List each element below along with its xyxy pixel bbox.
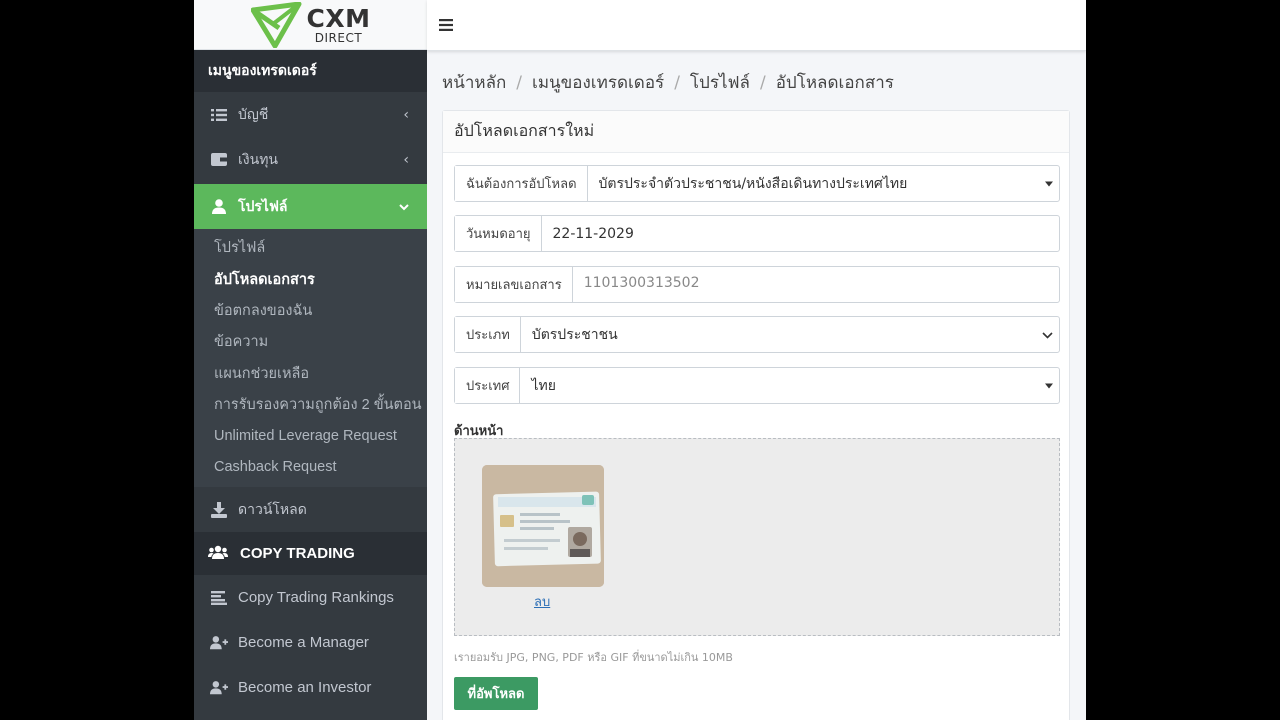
main-content: หน้าหลัก / เมนูของเทรดเดอร์ / โปรไฟล์ / … [427, 51, 1086, 720]
document-type-select[interactable]: ประเภท บัตรประชาชน [454, 316, 1060, 353]
sidebar-item-funds[interactable]: เงินทุน ‹ [194, 137, 427, 182]
breadcrumb-profile[interactable]: โปรไฟล์ [690, 69, 750, 96]
sidebar-item-label: โปรไฟล์ [238, 198, 288, 215]
submenu-item-cashback[interactable]: Cashback Request [194, 452, 427, 483]
download-icon [210, 501, 228, 519]
sidebar-item-label: ดาวน์โหลด [238, 501, 307, 518]
upload-type-value: บัตรประจำตัวประชาชน/หนังสือเดินทางประเทศ… [598, 175, 908, 192]
submenu-item-agreements[interactable]: ข้อตกลงของฉัน [194, 295, 427, 326]
sidebar-item-label: บัญชี [238, 106, 269, 123]
copy-trading-title: COPY TRADING [240, 545, 355, 563]
uploaded-id-card-thumbnail [482, 465, 604, 587]
profile-submenu: โปรไฟล์ อัปโหลดเอกสาร ข้อตกลงของฉัน ข้อค… [194, 229, 427, 488]
breadcrumb-home[interactable]: หน้าหลัก [442, 69, 506, 96]
country-label: ประเทศ [455, 368, 521, 403]
sidebar-item-label: Become an Investor [238, 679, 372, 697]
delete-file-link[interactable]: ลบ [534, 591, 550, 612]
submenu-item-messages[interactable]: ข้อความ [194, 326, 427, 357]
country-value: ไทย [531, 377, 556, 394]
sidebar-item-become-manager[interactable]: Become a Manager [194, 620, 427, 665]
breadcrumb-separator: / [516, 72, 523, 93]
document-number-field[interactable]: หมายเลขเอกสาร 1101300313502 [454, 266, 1060, 303]
sidebar-item-profile[interactable]: โปรไฟล์ [194, 184, 427, 229]
breadcrumb-trader-menu[interactable]: เมนูของเทรดเดอร์ [532, 69, 664, 96]
expiry-date-value: 22-11-2029 [552, 225, 634, 242]
chevron-left-icon: ‹ [403, 151, 409, 168]
chevron-down-icon [1042, 327, 1053, 343]
sidebar-item-become-investor[interactable]: Become an Investor [194, 665, 427, 710]
align-left-icon [210, 589, 228, 607]
document-type-value: บัตรประชาชน [531, 326, 618, 343]
expiry-date-label: วันหมดอายุ [455, 216, 542, 251]
sidebar-item-label: เงินทุน [238, 151, 278, 168]
file-format-hint: เรายอมรับ JPG, PNG, PDF หรือ GIF ที่ขนาด… [454, 651, 733, 664]
document-number-label: หมายเลขเอกสาร [455, 267, 573, 302]
cxm-logo-icon [250, 1, 301, 48]
document-type-label: ประเภท [455, 317, 521, 352]
brand-sub: DIRECT [314, 30, 363, 45]
sidebar-section-title: เมนูของเทรดเดอร์ [194, 50, 427, 92]
sidebar-item-label: Become a Manager [238, 634, 369, 652]
brand-name: CXM [306, 3, 371, 33]
sidebar-item-label: Copy Trading Rankings [238, 589, 394, 607]
sidebar-item-account[interactable]: บัญชี ‹ [194, 92, 427, 137]
submenu-item-unlimited-leverage[interactable]: Unlimited Leverage Request [194, 420, 427, 451]
upload-type-label: ฉันต้องการอัปโหลด [455, 166, 588, 201]
submenu-item-profile[interactable]: โปรไฟล์ [194, 232, 427, 263]
submenu-item-support[interactable]: แผนกช่วยเหลือ [194, 358, 427, 389]
breadcrumb: หน้าหลัก / เมนูของเทรดเดอร์ / โปรไฟล์ / … [442, 69, 894, 96]
app-window: CXM DIRECT เมนูของเทรดเดอร์ บัญชี ‹ เงิน… [194, 0, 1086, 720]
sidebar-item-download[interactable]: ดาวน์โหลด [194, 487, 427, 532]
breadcrumb-separator: / [759, 72, 766, 93]
copy-trading-header: COPY TRADING [194, 532, 427, 576]
chevron-left-icon: ‹ [403, 106, 409, 123]
file-dropzone[interactable]: ลบ [454, 438, 1060, 636]
user-icon [210, 198, 228, 216]
submenu-item-upload-documents[interactable]: อัปโหลดเอกสาร [194, 263, 427, 294]
card-title: อัปโหลดเอกสารใหม่ [443, 111, 1069, 153]
users-icon [208, 545, 228, 563]
list-icon [210, 106, 228, 124]
expiry-date-field[interactable]: วันหมดอายุ 22-11-2029 [454, 215, 1060, 252]
upload-document-card: อัปโหลดเอกสารใหม่ ฉันต้องการอัปโหลด บัตร… [442, 110, 1070, 720]
upload-submit-button[interactable]: ที่อัพโหลด [454, 677, 538, 710]
user-plus-icon [210, 679, 228, 697]
hamburger-menu-icon[interactable] [439, 15, 453, 36]
caret-down-icon [1045, 383, 1053, 388]
document-number-value: 1101300313502 [583, 275, 700, 291]
country-select[interactable]: ประเทศ ไทย [454, 367, 1060, 404]
brand-logo[interactable]: CXM DIRECT [194, 0, 427, 50]
breadcrumb-current: อัปโหลดเอกสาร [775, 73, 894, 93]
sidebar-item-copy-trading-rankings[interactable]: Copy Trading Rankings [194, 575, 427, 620]
wallet-icon [210, 151, 228, 169]
sidebar: CXM DIRECT เมนูของเทรดเดอร์ บัญชี ‹ เงิน… [194, 0, 427, 720]
caret-down-icon [1045, 181, 1053, 186]
user-plus-icon [210, 634, 228, 652]
upload-type-select[interactable]: ฉันต้องการอัปโหลด บัตรประจำตัวประชาชน/หน… [454, 165, 1060, 202]
chevron-down-icon [399, 199, 409, 215]
breadcrumb-separator: / [674, 72, 680, 93]
submenu-item-2fa[interactable]: การรับรองความถูกต้อง 2 ขั้นตอน [194, 389, 427, 420]
top-navbar [427, 0, 1086, 51]
